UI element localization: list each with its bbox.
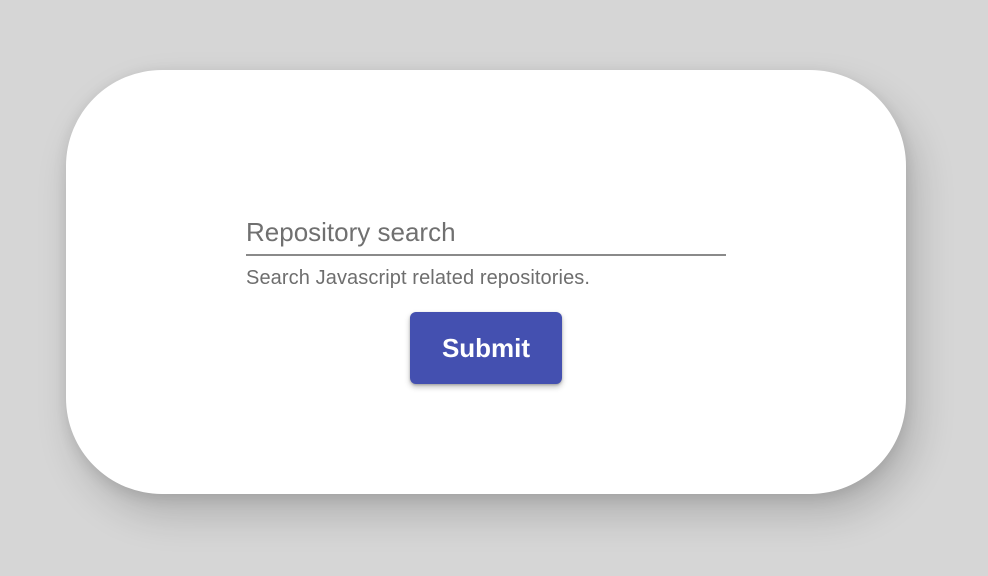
- repository-search-field: [246, 210, 726, 258]
- repository-search-input[interactable]: [246, 210, 726, 256]
- submit-button[interactable]: Submit: [410, 312, 562, 384]
- search-helper-text: Search Javascript related repositories.: [246, 267, 591, 289]
- search-card: Search Javascript related repositories. …: [66, 70, 906, 494]
